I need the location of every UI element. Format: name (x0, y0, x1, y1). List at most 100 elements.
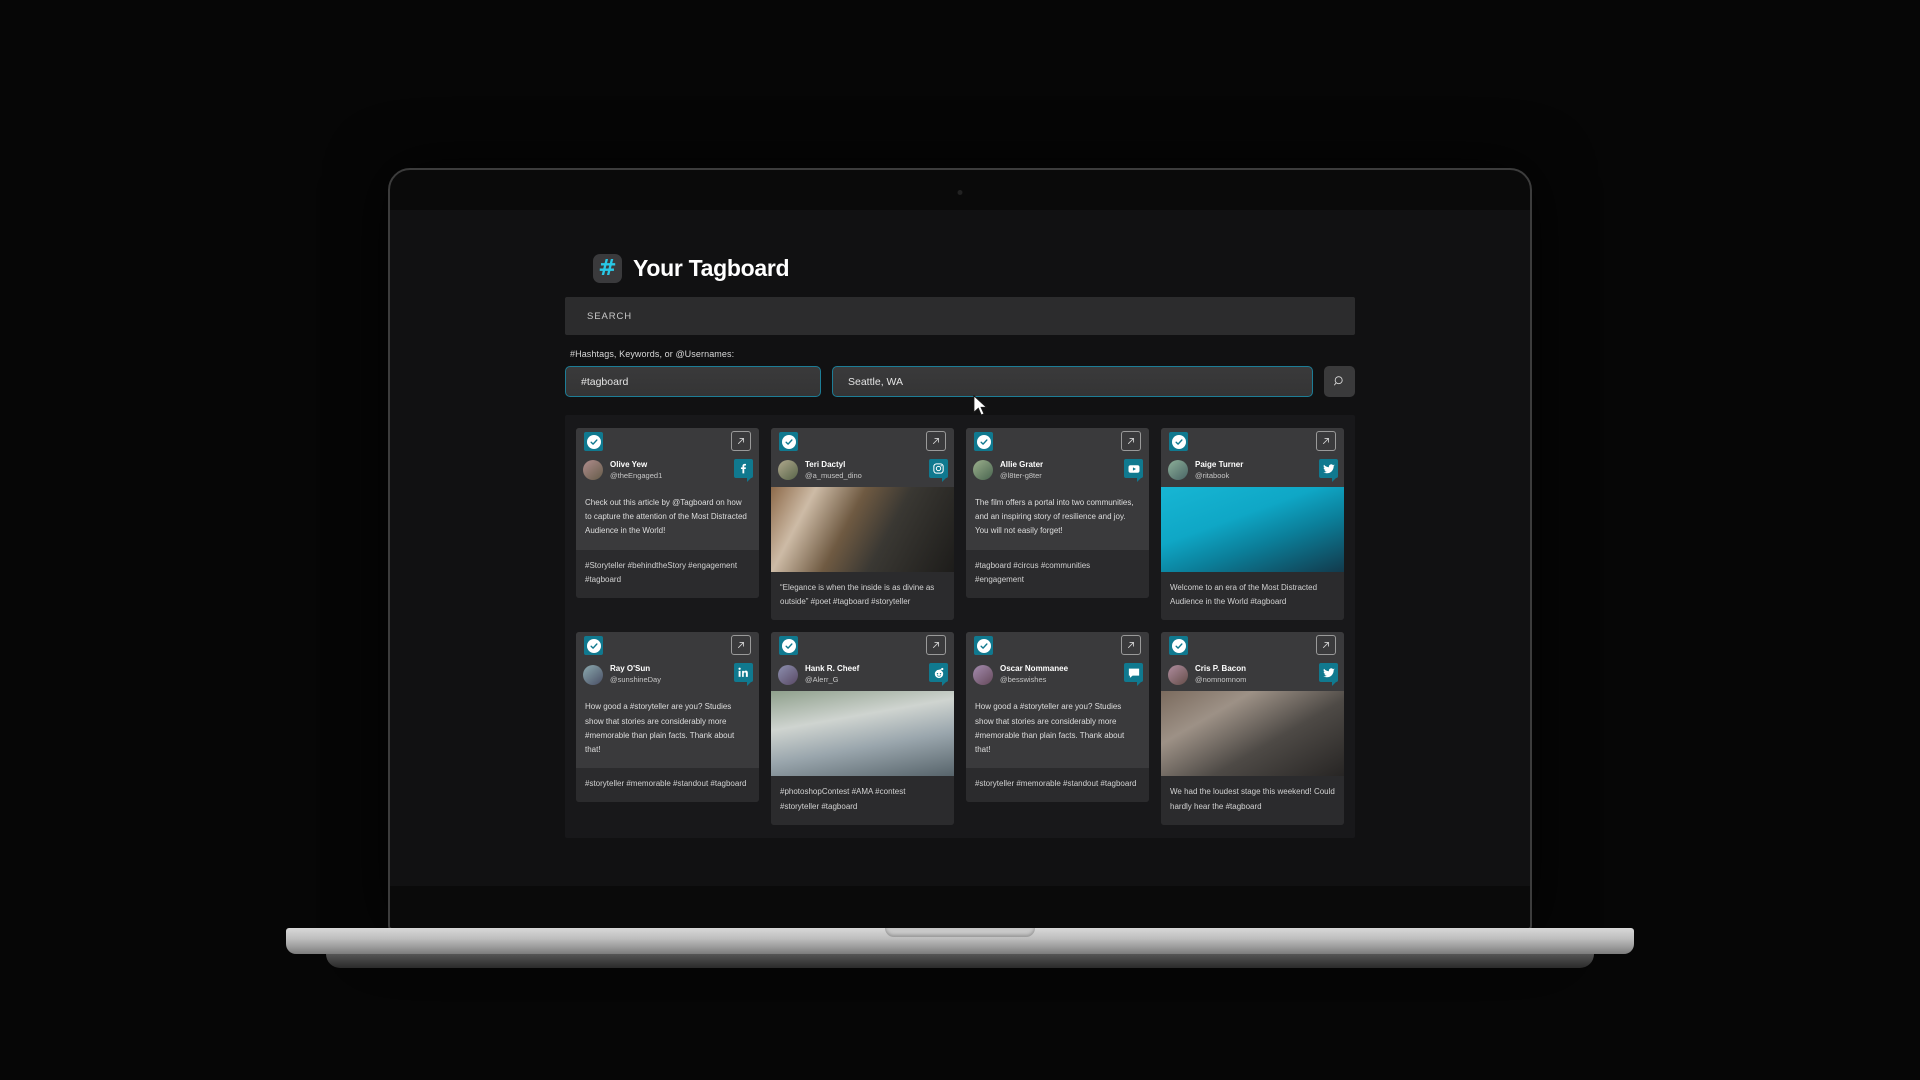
author-name: Ray O'Sun (610, 664, 651, 674)
author-handle: @ritabook (1195, 470, 1230, 480)
expand-post-button[interactable] (1121, 431, 1141, 451)
avatar (583, 664, 603, 685)
network-icon-facebook[interactable] (734, 459, 753, 482)
network-icon-youtube[interactable] (1124, 459, 1143, 482)
avatar (1168, 460, 1188, 481)
search-field-label: #Hashtags, Keywords, or @Usernames: (570, 349, 735, 359)
verified-check-icon (976, 434, 991, 449)
network-icon-reddit[interactable] (929, 663, 948, 687)
arrow-up-right-icon (1322, 437, 1330, 445)
post-card[interactable]: Allie Grater @l8ter-g8ter The film offer… (966, 428, 1149, 599)
expand-post-button[interactable] (731, 635, 751, 656)
verified-check-icon (586, 434, 601, 449)
author-handle: @sunshineDay (610, 675, 661, 685)
post-hashtags: #storyteller #memorable #standout #tagbo… (576, 768, 759, 803)
search-button[interactable] (1324, 366, 1355, 397)
location-input[interactable]: Seattle, WA (832, 366, 1313, 397)
verified-check-icon (781, 434, 796, 449)
verified-badge (779, 432, 798, 451)
expand-post-button[interactable] (1316, 635, 1336, 656)
post-card[interactable]: Ray O'Sun @sunshineDay How good a #story… (576, 632, 759, 803)
verified-check-icon (781, 638, 796, 653)
verified-check-icon (976, 638, 991, 653)
verified-badge (1169, 636, 1188, 656)
network-icon-instagram[interactable] (929, 459, 948, 482)
avatar (973, 664, 993, 685)
arrow-up-right-icon (932, 437, 940, 445)
arrow-up-right-icon (932, 642, 940, 649)
post-card[interactable]: Olive Yew @theEngaged1 Check out this ar… (576, 428, 759, 599)
post-card-toolbar (1161, 632, 1344, 660)
expand-post-button[interactable] (1316, 431, 1336, 451)
author-handle: @besswishes (1000, 675, 1047, 685)
network-icon-twitter[interactable] (1319, 663, 1338, 687)
post-card[interactable]: Cris P. Bacon @nomnomnom We had the loud… (1161, 632, 1344, 825)
laptop-base (286, 928, 1634, 954)
author-name: Allie Grater (1000, 460, 1044, 469)
verified-badge (974, 636, 993, 656)
post-author-row[interactable]: Paige Turner @ritabook (1161, 455, 1344, 487)
post-media (771, 691, 954, 777)
author-name: Olive Yew (610, 460, 648, 469)
arrow-up-right-icon (737, 437, 745, 445)
author-name: Oscar Nommanee (1000, 664, 1069, 674)
post-card-toolbar (966, 428, 1149, 455)
post-media (1161, 691, 1344, 777)
post-hashtags: #tagboard #circus #communities #engageme… (966, 549, 1149, 599)
hashtag-input[interactable]: #tagboard (565, 366, 821, 397)
verified-badge (584, 432, 603, 451)
expand-post-button[interactable] (1121, 635, 1141, 656)
search-icon (1333, 376, 1343, 386)
network-icon-linkedin[interactable] (734, 663, 753, 687)
post-card[interactable]: Hank R. Cheef @Alerr_G #photoshopContest… (771, 632, 954, 825)
post-text: How good a #storyteller are you? Studies… (966, 691, 1149, 769)
post-card-toolbar (771, 428, 954, 455)
avatar (973, 460, 993, 481)
post-media (1161, 486, 1344, 572)
search-field-row: #tagboard Seattle, WA (565, 366, 1355, 397)
post-author-row[interactable]: Teri Dactyl @a_mused_dino (771, 455, 954, 487)
verified-check-icon (1171, 638, 1186, 653)
post-card[interactable]: Teri Dactyl @a_mused_dino “Elegance is w… (771, 428, 954, 621)
post-author-row[interactable]: Allie Grater @l8ter-g8ter (966, 455, 1149, 487)
verified-badge (584, 636, 603, 656)
network-icon-message[interactable] (1124, 663, 1143, 687)
author-handle: @a_mused_dino (805, 470, 862, 480)
verified-badge (779, 636, 798, 656)
avatar (583, 460, 603, 481)
laptop-base-foot (326, 954, 1594, 968)
hashtag-input-value: #tagboard (581, 375, 629, 388)
post-hashtags: “Elegance is when the inside is as divin… (771, 571, 954, 621)
post-author-row[interactable]: Oscar Nommanee @besswishes (966, 659, 1149, 692)
expand-post-button[interactable] (926, 635, 946, 656)
author-handle: @nomnomnom (1195, 675, 1247, 685)
verified-badge (974, 432, 993, 451)
post-author-row[interactable]: Cris P. Bacon @nomnomnom (1161, 659, 1344, 692)
post-author-row[interactable]: Olive Yew @theEngaged1 (576, 455, 759, 487)
avatar (778, 664, 798, 685)
tagboard-app: # Your Tagboard SEARCH #Hashtags, Keywor… (390, 210, 1530, 886)
hashtag-logo-icon: # (593, 254, 622, 283)
post-card[interactable]: Oscar Nommanee @besswishes How good a #s… (966, 632, 1149, 803)
post-hashtags: #Storyteller #behindtheStory #engagement… (576, 549, 759, 599)
arrow-up-right-icon (737, 642, 745, 649)
author-name: Teri Dactyl (805, 460, 846, 469)
verified-check-icon (1171, 434, 1186, 449)
expand-post-button[interactable] (731, 431, 751, 451)
expand-post-button[interactable] (926, 431, 946, 451)
post-author-row[interactable]: Ray O'Sun @sunshineDay (576, 659, 759, 692)
post-card-toolbar (966, 632, 1149, 660)
author-handle: @Alerr_G (805, 675, 839, 685)
search-label: SEARCH (587, 310, 632, 322)
mouse-cursor (973, 395, 988, 416)
laptop-screen: # Your Tagboard SEARCH #Hashtags, Keywor… (390, 210, 1530, 886)
post-media (771, 486, 954, 572)
post-author-row[interactable]: Hank R. Cheef @Alerr_G (771, 659, 954, 692)
network-icon-twitter[interactable] (1319, 459, 1338, 482)
post-hashtags: #storyteller #memorable #standout #tagbo… (966, 768, 1149, 803)
post-card-toolbar (1161, 428, 1344, 455)
page-title: Your Tagboard (633, 255, 790, 281)
verified-badge (1169, 432, 1188, 451)
post-card-toolbar (576, 428, 759, 455)
post-card[interactable]: Paige Turner @ritabook Welcome to an era… (1161, 428, 1344, 621)
